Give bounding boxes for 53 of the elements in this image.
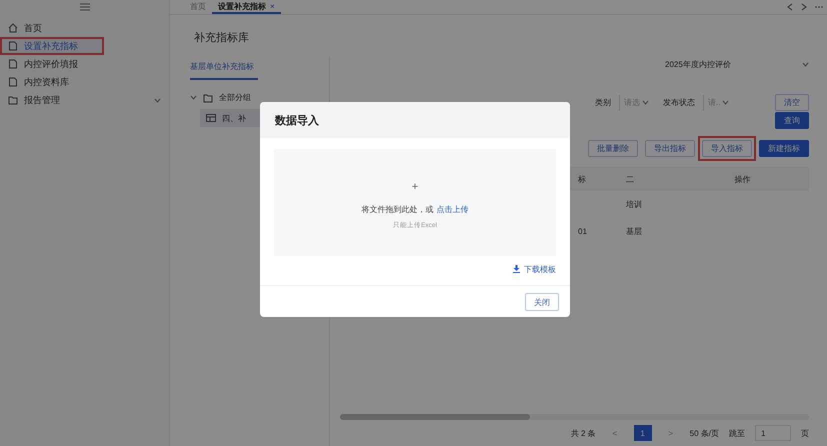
jump-label: 跳至 xyxy=(729,428,745,438)
page-size-select[interactable]: 50 条/页 xyxy=(690,428,719,438)
plus-sign: + xyxy=(412,182,418,193)
folder-icon xyxy=(203,92,213,102)
action-button[interactable]: 新建指标 xyxy=(759,140,809,157)
drop-instruction: 将文件拖到此处，或 点击上传 xyxy=(362,204,468,215)
download-icon xyxy=(513,265,520,273)
chevron-icon xyxy=(802,62,809,67)
tree-node[interactable]: 全部分组 xyxy=(219,92,251,103)
sidebar-item[interactable]: 内控评价填报 xyxy=(0,55,169,73)
filter-label: 类别 xyxy=(595,97,611,108)
sidebar-item[interactable]: 内控资料库 xyxy=(0,73,169,91)
folder-icon xyxy=(8,95,18,105)
table-cell: 基层 xyxy=(626,226,642,237)
chevron-icon[interactable] xyxy=(190,95,197,100)
action-button[interactable]: 导出指标 xyxy=(645,140,695,157)
chevron-icon xyxy=(722,100,730,105)
download-template-link[interactable]: 下载模板 xyxy=(513,262,556,276)
page-number[interactable]: 1 xyxy=(634,425,652,441)
total-count: 共 2 条 xyxy=(570,428,596,438)
upload-link[interactable]: 点击上传 xyxy=(436,205,468,214)
jump-field[interactable]: 1 xyxy=(755,425,791,441)
home-icon xyxy=(8,23,18,33)
search-button[interactable]: 查询 xyxy=(775,112,809,129)
page-tab[interactable]: 设置补充指标 × xyxy=(212,0,281,14)
sidebar-item[interactable]: 首页 xyxy=(0,19,169,37)
sub-tab[interactable]: 基层单位补充指标 xyxy=(190,57,258,80)
table-cell: 培训 xyxy=(626,199,642,210)
table-icon xyxy=(206,114,216,122)
filter-label: 发布状态 xyxy=(663,97,695,108)
next-page-button[interactable]: > xyxy=(662,425,680,441)
close-icon[interactable]: × xyxy=(270,2,275,10)
chevron-icon xyxy=(642,100,649,105)
page-tab[interactable]: 首页 xyxy=(184,0,212,14)
column-header: 二 xyxy=(626,174,634,184)
clear-button[interactable]: 清空 xyxy=(775,94,809,111)
column-header: 标 xyxy=(578,174,586,184)
scrollbar[interactable] xyxy=(340,414,809,420)
chevron-icon xyxy=(154,98,161,102)
sidebar-item[interactable]: 报告管理 xyxy=(0,91,169,109)
action-button[interactable]: 批量删除 xyxy=(588,140,638,157)
column-header: 操作 xyxy=(734,174,750,184)
action-button[interactable]: 导入指标 xyxy=(702,140,752,157)
year-select[interactable]: 2025年度内控评价 xyxy=(659,55,809,74)
table-cell: 01 xyxy=(578,227,587,236)
tree-node[interactable]: 四、补 xyxy=(200,109,262,127)
dialog-title: 数据导入 xyxy=(275,114,319,128)
close-button[interactable]: 关闭 xyxy=(525,293,559,311)
prev-page-button[interactable]: < xyxy=(606,425,624,441)
sidebar-item[interactable]: 设置补充指标 xyxy=(0,37,104,55)
page-unit: 页 xyxy=(801,428,809,438)
page-title: 补充指标库 xyxy=(194,32,249,44)
menu-icon[interactable] xyxy=(80,3,90,11)
